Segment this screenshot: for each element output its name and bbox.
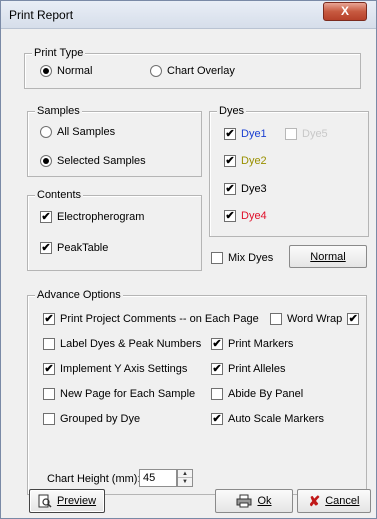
- radio-indicator[interactable]: [150, 65, 162, 77]
- all-samples-radio[interactable]: All Samples: [40, 125, 115, 139]
- title-bar[interactable]: Print Report X: [1, 1, 376, 29]
- grouped-by-dye-checkbox[interactable]: Grouped by Dye: [43, 412, 140, 426]
- chart-height-input[interactable]: [139, 469, 177, 487]
- dye4-label: Dye4: [241, 210, 267, 222]
- radio-indicator[interactable]: [40, 155, 52, 167]
- print-type-chart-overlay-label: Chart Overlay: [167, 65, 235, 77]
- word-wrap-checkbox[interactable]: Word Wrap ✔: [287, 312, 364, 326]
- dye3-checkbox[interactable]: ✔ Dye3: [224, 182, 267, 196]
- printer-icon: [236, 494, 252, 508]
- selected-samples-radio[interactable]: Selected Samples: [40, 154, 146, 168]
- checkbox-box[interactable]: ✔: [40, 211, 52, 223]
- print-alleles-label: Print Alleles: [228, 363, 286, 375]
- new-page-checkbox[interactable]: New Page for Each Sample: [43, 387, 195, 401]
- cancel-button[interactable]: ✘ Cancel: [297, 489, 371, 513]
- print-comments-label: Print Project Comments -- on Each Page: [60, 313, 259, 325]
- checkbox-box[interactable]: [43, 338, 55, 350]
- mix-dyes-label: Mix Dyes: [228, 252, 274, 264]
- checkbox-box[interactable]: ✔: [211, 363, 223, 375]
- cancel-label: Cancel: [325, 495, 360, 507]
- dye3-label: Dye3: [241, 183, 267, 195]
- mix-dyes-checkbox[interactable]: Mix Dyes: [211, 251, 273, 265]
- dye2-label: Dye2: [241, 155, 267, 167]
- advance-options-legend: Advance Options: [35, 289, 123, 302]
- checkbox-box[interactable]: ✔: [43, 313, 55, 325]
- electropherogram-label: Electropherogram: [57, 211, 145, 223]
- new-page-label: New Page for Each Sample: [60, 388, 196, 400]
- checkbox-box[interactable]: ✔: [224, 210, 236, 222]
- print-type-chart-overlay-radio[interactable]: Chart Overlay: [150, 64, 235, 78]
- dye-mode-normal-label: Normal: [310, 250, 346, 263]
- checkbox-box[interactable]: [43, 413, 55, 425]
- window-title: Print Report: [9, 8, 74, 22]
- print-type-normal-label: Normal: [57, 65, 93, 77]
- label-dyes-label: Label Dyes & Peak Numbers: [60, 338, 202, 350]
- checkbox-box[interactable]: [211, 252, 223, 264]
- checkbox-box[interactable]: ✔: [224, 183, 236, 195]
- print-type-normal-radio[interactable]: Normal: [40, 64, 92, 78]
- dye1-checkbox[interactable]: ✔ Dye1: [224, 127, 267, 141]
- radio-indicator[interactable]: [40, 65, 52, 77]
- cancel-icon: ✘: [308, 492, 321, 509]
- checkbox-box[interactable]: ✔: [347, 313, 360, 325]
- abide-by-panel-label: Abide By Panel: [228, 388, 304, 400]
- print-preview-icon: [38, 494, 52, 508]
- all-samples-label: All Samples: [57, 126, 116, 138]
- print-markers-checkbox[interactable]: ✔ Print Markers: [211, 337, 293, 351]
- peaktable-label: PeakTable: [57, 242, 109, 254]
- ok-label: Ok: [257, 495, 272, 507]
- print-report-dialog: Print Report X Print Type Normal Chart O…: [0, 0, 377, 519]
- ok-button[interactable]: Ok: [215, 489, 293, 513]
- checkbox-box: [285, 128, 297, 140]
- word-wrap-label: Word Wrap: [287, 313, 343, 325]
- checkbox-box[interactable]: ✔: [224, 128, 236, 140]
- print-markers-label: Print Markers: [228, 338, 294, 350]
- electropherogram-checkbox[interactable]: ✔ Electropherogram: [40, 210, 144, 224]
- print-comments-checkbox[interactable]: ✔ Print Project Comments -- on Each Page: [43, 312, 259, 326]
- dye5-checkbox: Dye5: [285, 127, 328, 141]
- checkbox-box[interactable]: ✔: [40, 242, 52, 254]
- checkbox-box[interactable]: ✔: [224, 155, 236, 167]
- label-dyes-checkbox[interactable]: Label Dyes & Peak Numbers: [43, 337, 201, 351]
- dye4-checkbox[interactable]: ✔ Dye4: [224, 209, 267, 223]
- dye2-checkbox[interactable]: ✔ Dye2: [224, 154, 267, 168]
- checkbox-box[interactable]: ✔: [211, 413, 223, 425]
- on-each-page-checkbox[interactable]: [270, 312, 287, 326]
- samples-legend: Samples: [35, 105, 82, 118]
- chart-height-spinner[interactable]: ▲ ▼: [177, 469, 193, 487]
- checkbox-box[interactable]: [43, 388, 55, 400]
- dye5-label: Dye5: [302, 128, 328, 140]
- spin-up-icon[interactable]: ▲: [178, 470, 192, 478]
- preview-button[interactable]: Preview: [29, 489, 105, 513]
- implement-y-axis-label: Implement Y Axis Settings: [60, 363, 188, 375]
- auto-scale-markers-checkbox[interactable]: ✔ Auto Scale Markers: [211, 412, 324, 426]
- contents-legend: Contents: [35, 189, 84, 202]
- spin-down-icon[interactable]: ▼: [178, 478, 192, 486]
- checkbox-box[interactable]: [270, 313, 282, 325]
- auto-scale-markers-label: Auto Scale Markers: [228, 413, 324, 425]
- peaktable-checkbox[interactable]: ✔ PeakTable: [40, 241, 108, 255]
- dye-mode-normal-button[interactable]: Normal: [289, 245, 367, 268]
- dyes-legend: Dyes: [217, 105, 247, 118]
- abide-by-panel-checkbox[interactable]: Abide By Panel: [211, 387, 303, 401]
- contents-group: Contents: [27, 189, 202, 271]
- grouped-by-dye-label: Grouped by Dye: [60, 413, 141, 425]
- checkbox-box[interactable]: [211, 388, 223, 400]
- print-type-legend: Print Type: [32, 47, 86, 60]
- checkbox-box[interactable]: ✔: [43, 363, 55, 375]
- checkbox-box[interactable]: ✔: [211, 338, 223, 350]
- radio-indicator[interactable]: [40, 126, 52, 138]
- close-button[interactable]: X: [323, 2, 367, 21]
- print-alleles-checkbox[interactable]: ✔ Print Alleles: [211, 362, 285, 376]
- chart-height-label: Chart Height (mm):: [47, 473, 141, 485]
- implement-y-axis-checkbox[interactable]: ✔ Implement Y Axis Settings: [43, 362, 187, 376]
- dye1-label: Dye1: [241, 128, 267, 140]
- preview-label: Preview: [56, 495, 97, 507]
- selected-samples-label: Selected Samples: [57, 155, 146, 167]
